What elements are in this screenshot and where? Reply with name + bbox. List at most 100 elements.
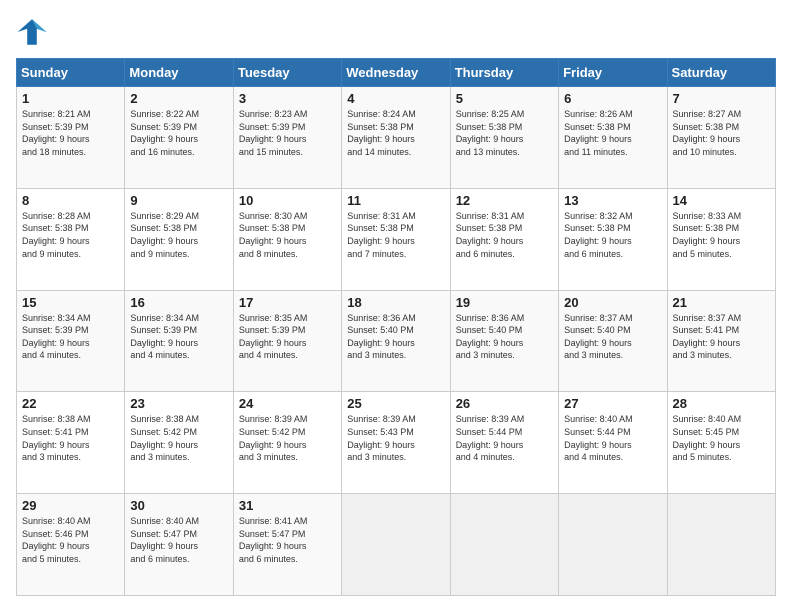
day-info: Sunrise: 8:41 AM Sunset: 5:47 PM Dayligh… xyxy=(239,516,308,564)
day-number: 12 xyxy=(456,193,553,208)
day-number: 20 xyxy=(564,295,661,310)
day-number: 4 xyxy=(347,91,444,106)
day-info: Sunrise: 8:27 AM Sunset: 5:38 PM Dayligh… xyxy=(673,109,742,157)
day-number: 18 xyxy=(347,295,444,310)
day-number: 15 xyxy=(22,295,119,310)
day-info: Sunrise: 8:40 AM Sunset: 5:47 PM Dayligh… xyxy=(130,516,199,564)
day-number: 30 xyxy=(130,498,227,513)
day-info: Sunrise: 8:21 AM Sunset: 5:39 PM Dayligh… xyxy=(22,109,91,157)
day-number: 11 xyxy=(347,193,444,208)
day-info: Sunrise: 8:37 AM Sunset: 5:41 PM Dayligh… xyxy=(673,313,742,361)
day-number: 14 xyxy=(673,193,770,208)
day-info: Sunrise: 8:26 AM Sunset: 5:38 PM Dayligh… xyxy=(564,109,633,157)
day-info: Sunrise: 8:32 AM Sunset: 5:38 PM Dayligh… xyxy=(564,211,633,259)
day-number: 3 xyxy=(239,91,336,106)
calendar-day-header: Sunday xyxy=(17,59,125,87)
calendar-day-cell: 8 Sunrise: 8:28 AM Sunset: 5:38 PM Dayli… xyxy=(17,188,125,290)
calendar-day-header: Wednesday xyxy=(342,59,450,87)
calendar-day-cell: 21 Sunrise: 8:37 AM Sunset: 5:41 PM Dayl… xyxy=(667,290,775,392)
calendar-day-cell: 1 Sunrise: 8:21 AM Sunset: 5:39 PM Dayli… xyxy=(17,87,125,189)
calendar-day-cell: 19 Sunrise: 8:36 AM Sunset: 5:40 PM Dayl… xyxy=(450,290,558,392)
day-info: Sunrise: 8:35 AM Sunset: 5:39 PM Dayligh… xyxy=(239,313,308,361)
day-number: 24 xyxy=(239,396,336,411)
day-number: 25 xyxy=(347,396,444,411)
day-info: Sunrise: 8:31 AM Sunset: 5:38 PM Dayligh… xyxy=(456,211,525,259)
calendar-day-cell xyxy=(667,494,775,596)
calendar-day-header: Friday xyxy=(559,59,667,87)
day-info: Sunrise: 8:25 AM Sunset: 5:38 PM Dayligh… xyxy=(456,109,525,157)
calendar-week-row: 29 Sunrise: 8:40 AM Sunset: 5:46 PM Dayl… xyxy=(17,494,776,596)
day-info: Sunrise: 8:38 AM Sunset: 5:42 PM Dayligh… xyxy=(130,414,199,462)
calendar-table: SundayMondayTuesdayWednesdayThursdayFrid… xyxy=(16,58,776,596)
day-info: Sunrise: 8:40 AM Sunset: 5:45 PM Dayligh… xyxy=(673,414,742,462)
page-header xyxy=(16,16,776,48)
day-number: 31 xyxy=(239,498,336,513)
day-info: Sunrise: 8:37 AM Sunset: 5:40 PM Dayligh… xyxy=(564,313,633,361)
day-info: Sunrise: 8:39 AM Sunset: 5:44 PM Dayligh… xyxy=(456,414,525,462)
day-number: 27 xyxy=(564,396,661,411)
day-number: 23 xyxy=(130,396,227,411)
day-info: Sunrise: 8:34 AM Sunset: 5:39 PM Dayligh… xyxy=(22,313,91,361)
day-info: Sunrise: 8:33 AM Sunset: 5:38 PM Dayligh… xyxy=(673,211,742,259)
day-number: 13 xyxy=(564,193,661,208)
calendar-day-cell: 10 Sunrise: 8:30 AM Sunset: 5:38 PM Dayl… xyxy=(233,188,341,290)
day-info: Sunrise: 8:24 AM Sunset: 5:38 PM Dayligh… xyxy=(347,109,416,157)
calendar-day-cell: 20 Sunrise: 8:37 AM Sunset: 5:40 PM Dayl… xyxy=(559,290,667,392)
day-number: 5 xyxy=(456,91,553,106)
calendar-day-cell: 12 Sunrise: 8:31 AM Sunset: 5:38 PM Dayl… xyxy=(450,188,558,290)
day-info: Sunrise: 8:40 AM Sunset: 5:46 PM Dayligh… xyxy=(22,516,91,564)
day-number: 17 xyxy=(239,295,336,310)
day-info: Sunrise: 8:40 AM Sunset: 5:44 PM Dayligh… xyxy=(564,414,633,462)
logo xyxy=(16,16,52,48)
calendar-day-cell: 7 Sunrise: 8:27 AM Sunset: 5:38 PM Dayli… xyxy=(667,87,775,189)
day-info: Sunrise: 8:36 AM Sunset: 5:40 PM Dayligh… xyxy=(347,313,416,361)
day-number: 7 xyxy=(673,91,770,106)
calendar-day-cell xyxy=(559,494,667,596)
calendar-day-cell: 11 Sunrise: 8:31 AM Sunset: 5:38 PM Dayl… xyxy=(342,188,450,290)
day-info: Sunrise: 8:23 AM Sunset: 5:39 PM Dayligh… xyxy=(239,109,308,157)
day-number: 22 xyxy=(22,396,119,411)
calendar-day-cell: 15 Sunrise: 8:34 AM Sunset: 5:39 PM Dayl… xyxy=(17,290,125,392)
calendar-day-cell: 14 Sunrise: 8:33 AM Sunset: 5:38 PM Dayl… xyxy=(667,188,775,290)
day-number: 16 xyxy=(130,295,227,310)
calendar-day-header: Monday xyxy=(125,59,233,87)
day-info: Sunrise: 8:28 AM Sunset: 5:38 PM Dayligh… xyxy=(22,211,91,259)
calendar-day-cell: 23 Sunrise: 8:38 AM Sunset: 5:42 PM Dayl… xyxy=(125,392,233,494)
calendar-header-row: SundayMondayTuesdayWednesdayThursdayFrid… xyxy=(17,59,776,87)
day-info: Sunrise: 8:30 AM Sunset: 5:38 PM Dayligh… xyxy=(239,211,308,259)
calendar-day-cell: 2 Sunrise: 8:22 AM Sunset: 5:39 PM Dayli… xyxy=(125,87,233,189)
calendar-day-header: Thursday xyxy=(450,59,558,87)
day-info: Sunrise: 8:38 AM Sunset: 5:41 PM Dayligh… xyxy=(22,414,91,462)
logo-icon xyxy=(16,16,48,48)
calendar-day-header: Saturday xyxy=(667,59,775,87)
calendar-day-cell: 27 Sunrise: 8:40 AM Sunset: 5:44 PM Dayl… xyxy=(559,392,667,494)
day-info: Sunrise: 8:34 AM Sunset: 5:39 PM Dayligh… xyxy=(130,313,199,361)
day-info: Sunrise: 8:22 AM Sunset: 5:39 PM Dayligh… xyxy=(130,109,199,157)
day-number: 6 xyxy=(564,91,661,106)
calendar-day-cell: 13 Sunrise: 8:32 AM Sunset: 5:38 PM Dayl… xyxy=(559,188,667,290)
day-number: 9 xyxy=(130,193,227,208)
day-number: 29 xyxy=(22,498,119,513)
day-info: Sunrise: 8:36 AM Sunset: 5:40 PM Dayligh… xyxy=(456,313,525,361)
calendar-day-cell: 17 Sunrise: 8:35 AM Sunset: 5:39 PM Dayl… xyxy=(233,290,341,392)
calendar-day-cell: 9 Sunrise: 8:29 AM Sunset: 5:38 PM Dayli… xyxy=(125,188,233,290)
calendar-day-cell: 16 Sunrise: 8:34 AM Sunset: 5:39 PM Dayl… xyxy=(125,290,233,392)
calendar-week-row: 15 Sunrise: 8:34 AM Sunset: 5:39 PM Dayl… xyxy=(17,290,776,392)
calendar-day-cell: 29 Sunrise: 8:40 AM Sunset: 5:46 PM Dayl… xyxy=(17,494,125,596)
day-number: 21 xyxy=(673,295,770,310)
calendar-week-row: 8 Sunrise: 8:28 AM Sunset: 5:38 PM Dayli… xyxy=(17,188,776,290)
calendar-day-cell: 22 Sunrise: 8:38 AM Sunset: 5:41 PM Dayl… xyxy=(17,392,125,494)
calendar-day-cell: 26 Sunrise: 8:39 AM Sunset: 5:44 PM Dayl… xyxy=(450,392,558,494)
calendar-day-header: Tuesday xyxy=(233,59,341,87)
day-number: 26 xyxy=(456,396,553,411)
day-info: Sunrise: 8:39 AM Sunset: 5:42 PM Dayligh… xyxy=(239,414,308,462)
day-info: Sunrise: 8:31 AM Sunset: 5:38 PM Dayligh… xyxy=(347,211,416,259)
calendar-day-cell: 3 Sunrise: 8:23 AM Sunset: 5:39 PM Dayli… xyxy=(233,87,341,189)
day-number: 19 xyxy=(456,295,553,310)
calendar-day-cell xyxy=(342,494,450,596)
calendar-day-cell: 6 Sunrise: 8:26 AM Sunset: 5:38 PM Dayli… xyxy=(559,87,667,189)
calendar-day-cell: 24 Sunrise: 8:39 AM Sunset: 5:42 PM Dayl… xyxy=(233,392,341,494)
day-number: 2 xyxy=(130,91,227,106)
calendar-day-cell: 5 Sunrise: 8:25 AM Sunset: 5:38 PM Dayli… xyxy=(450,87,558,189)
calendar-day-cell: 4 Sunrise: 8:24 AM Sunset: 5:38 PM Dayli… xyxy=(342,87,450,189)
